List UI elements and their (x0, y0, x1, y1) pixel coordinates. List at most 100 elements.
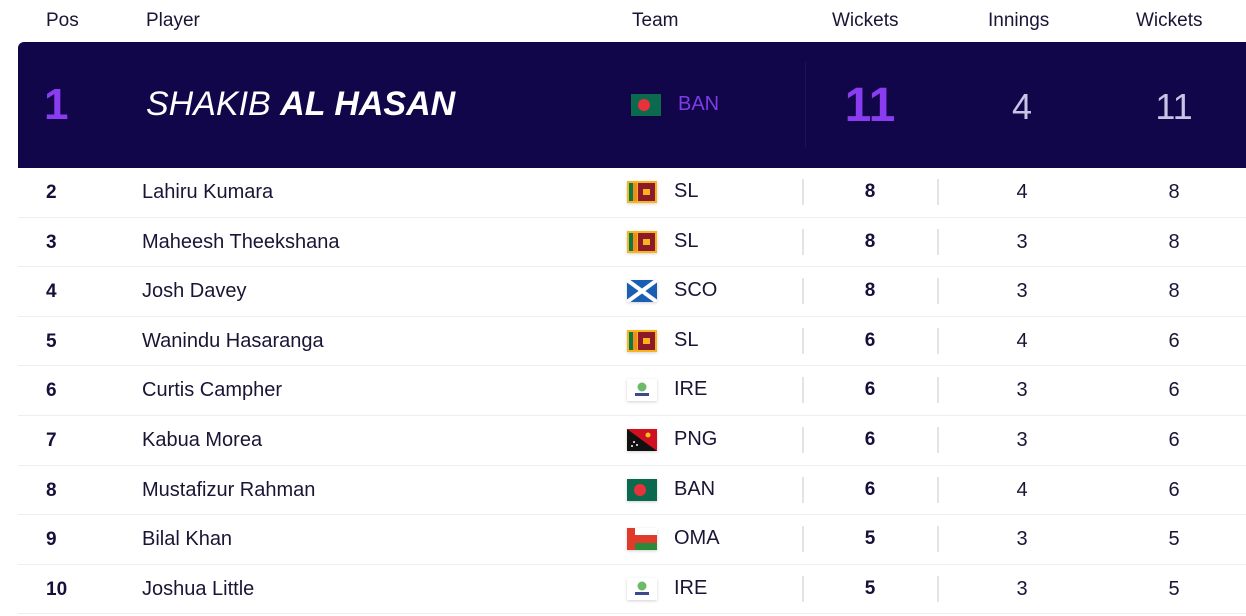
bangladesh-flag-icon (627, 478, 657, 501)
divider (802, 526, 804, 553)
header-team[interactable]: Team (632, 10, 678, 32)
row-wickets: 8 (864, 181, 876, 202)
leader-player-name[interactable]: SHAKIB AL HASAN (146, 85, 455, 124)
header-innings[interactable]: Innings (988, 10, 1049, 32)
row-player-name[interactable]: Kabua Morea (142, 429, 262, 452)
row-wickets-2: 6 (1168, 478, 1180, 501)
ireland-cricket-logo-icon (627, 577, 657, 600)
divider (937, 426, 939, 453)
divider (802, 476, 804, 503)
row-pos: 9 (46, 529, 57, 551)
row-wickets-2: 5 (1168, 577, 1180, 600)
header-player[interactable]: Player (146, 10, 200, 32)
divider (937, 228, 939, 255)
scotland-flag-icon (627, 280, 657, 303)
row-team: SL (674, 229, 699, 252)
divider (802, 228, 804, 255)
row-innings: 3 (1016, 528, 1028, 551)
sri-lanka-flag-icon (627, 329, 657, 352)
table-row[interactable]: 6 Curtis Campher IRE 6 3 6 (18, 366, 1246, 416)
row-player-name[interactable]: Joshua Little (142, 578, 254, 601)
row-team: OMA (674, 527, 720, 550)
table-row[interactable]: 4 Josh Davey SCO 8 3 8 (18, 267, 1246, 317)
divider (802, 278, 804, 305)
sri-lanka-flag-icon (627, 230, 657, 253)
row-wickets-2: 5 (1168, 528, 1180, 551)
row-team: SL (674, 180, 699, 202)
row-pos: 5 (46, 330, 57, 352)
row-innings: 3 (1016, 280, 1028, 303)
divider (805, 62, 806, 148)
row-wickets-2: 8 (1168, 280, 1180, 303)
leader-row[interactable]: 1 SHAKIB AL HASAN BAN 11 4 11 (18, 42, 1246, 168)
papua-new-guinea-flag-icon (627, 428, 657, 451)
row-pos: 3 (46, 231, 57, 253)
row-player-name[interactable]: Curtis Campher (142, 379, 282, 402)
divider (937, 476, 939, 503)
table-body: 2 Lahiru Kumara SL 8 4 8 3 Maheesh Theek… (18, 168, 1246, 615)
row-pos: 10 (46, 578, 68, 600)
row-wickets-2: 6 (1168, 379, 1180, 402)
row-pos: 4 (46, 281, 57, 303)
table-header: Pos Player Team Wickets Innings Wickets (0, 0, 1246, 42)
row-wickets: 6 (864, 379, 876, 401)
row-wickets: 5 (864, 577, 876, 599)
row-wickets-2: 8 (1168, 230, 1180, 253)
row-pos: 6 (46, 380, 57, 402)
row-pos: 8 (46, 479, 57, 501)
divider (937, 526, 939, 553)
ireland-cricket-logo-icon (627, 379, 657, 402)
row-wickets: 6 (864, 428, 876, 450)
table-row[interactable]: 9 Bilal Khan OMA 5 3 5 (18, 515, 1246, 565)
row-player-name[interactable]: Maheesh Theekshana (142, 231, 340, 254)
row-innings: 3 (1016, 577, 1028, 600)
row-player-name[interactable]: Mustafizur Rahman (142, 479, 315, 502)
divider (802, 575, 804, 602)
divider (937, 327, 939, 354)
row-wickets: 8 (864, 230, 876, 252)
row-innings: 3 (1016, 428, 1028, 451)
table-row[interactable]: 3 Maheesh Theekshana SL 8 3 8 (18, 218, 1246, 268)
row-wickets: 8 (864, 280, 876, 302)
divider (937, 377, 939, 404)
divider (802, 377, 804, 404)
row-innings: 4 (1016, 329, 1028, 352)
row-wickets-2: 6 (1168, 428, 1180, 451)
row-innings: 3 (1016, 379, 1028, 402)
header-wickets[interactable]: Wickets (832, 10, 899, 32)
divider (802, 327, 804, 354)
bangladesh-flag-icon (631, 94, 661, 116)
row-wickets-2: 6 (1168, 329, 1180, 352)
row-pos: 7 (46, 429, 57, 451)
row-team: SL (674, 328, 699, 351)
row-player-name[interactable]: Lahiru Kumara (142, 181, 273, 204)
table-row[interactable]: 8 Mustafizur Rahman BAN 6 4 6 (18, 466, 1246, 516)
header-wickets-2[interactable]: Wickets (1136, 10, 1203, 32)
divider (802, 426, 804, 453)
row-team: SCO (674, 279, 718, 302)
divider (802, 179, 804, 205)
divider (937, 179, 939, 205)
leader-innings: 4 (1011, 86, 1033, 127)
table-row[interactable]: 10 Joshua Little IRE 5 3 5 (18, 565, 1246, 615)
row-player-name[interactable]: Wanindu Hasaranga (142, 330, 324, 353)
row-wickets: 6 (864, 329, 876, 351)
row-player-name[interactable]: Josh Davey (142, 280, 247, 303)
table-row[interactable]: 7 Kabua Morea PNG 6 3 6 (18, 416, 1246, 466)
row-player-name[interactable]: Bilal Khan (142, 528, 232, 551)
row-pos: 2 (46, 182, 57, 203)
leader-team: BAN (678, 93, 720, 115)
row-wickets-2: 8 (1168, 181, 1180, 203)
table-row[interactable]: 5 Wanindu Hasaranga SL 6 4 6 (18, 317, 1246, 367)
leader-wickets: 11 (844, 79, 896, 132)
row-team: IRE (674, 576, 708, 599)
divider (937, 575, 939, 602)
row-team: PNG (674, 427, 718, 450)
divider (937, 278, 939, 305)
row-innings: 4 (1016, 181, 1028, 203)
row-team: IRE (674, 378, 708, 401)
row-wickets: 6 (864, 478, 876, 500)
table-row[interactable]: 2 Lahiru Kumara SL 8 4 8 (18, 168, 1246, 218)
leader-wickets-2: 11 (1155, 86, 1193, 127)
header-pos[interactable]: Pos (46, 10, 79, 32)
